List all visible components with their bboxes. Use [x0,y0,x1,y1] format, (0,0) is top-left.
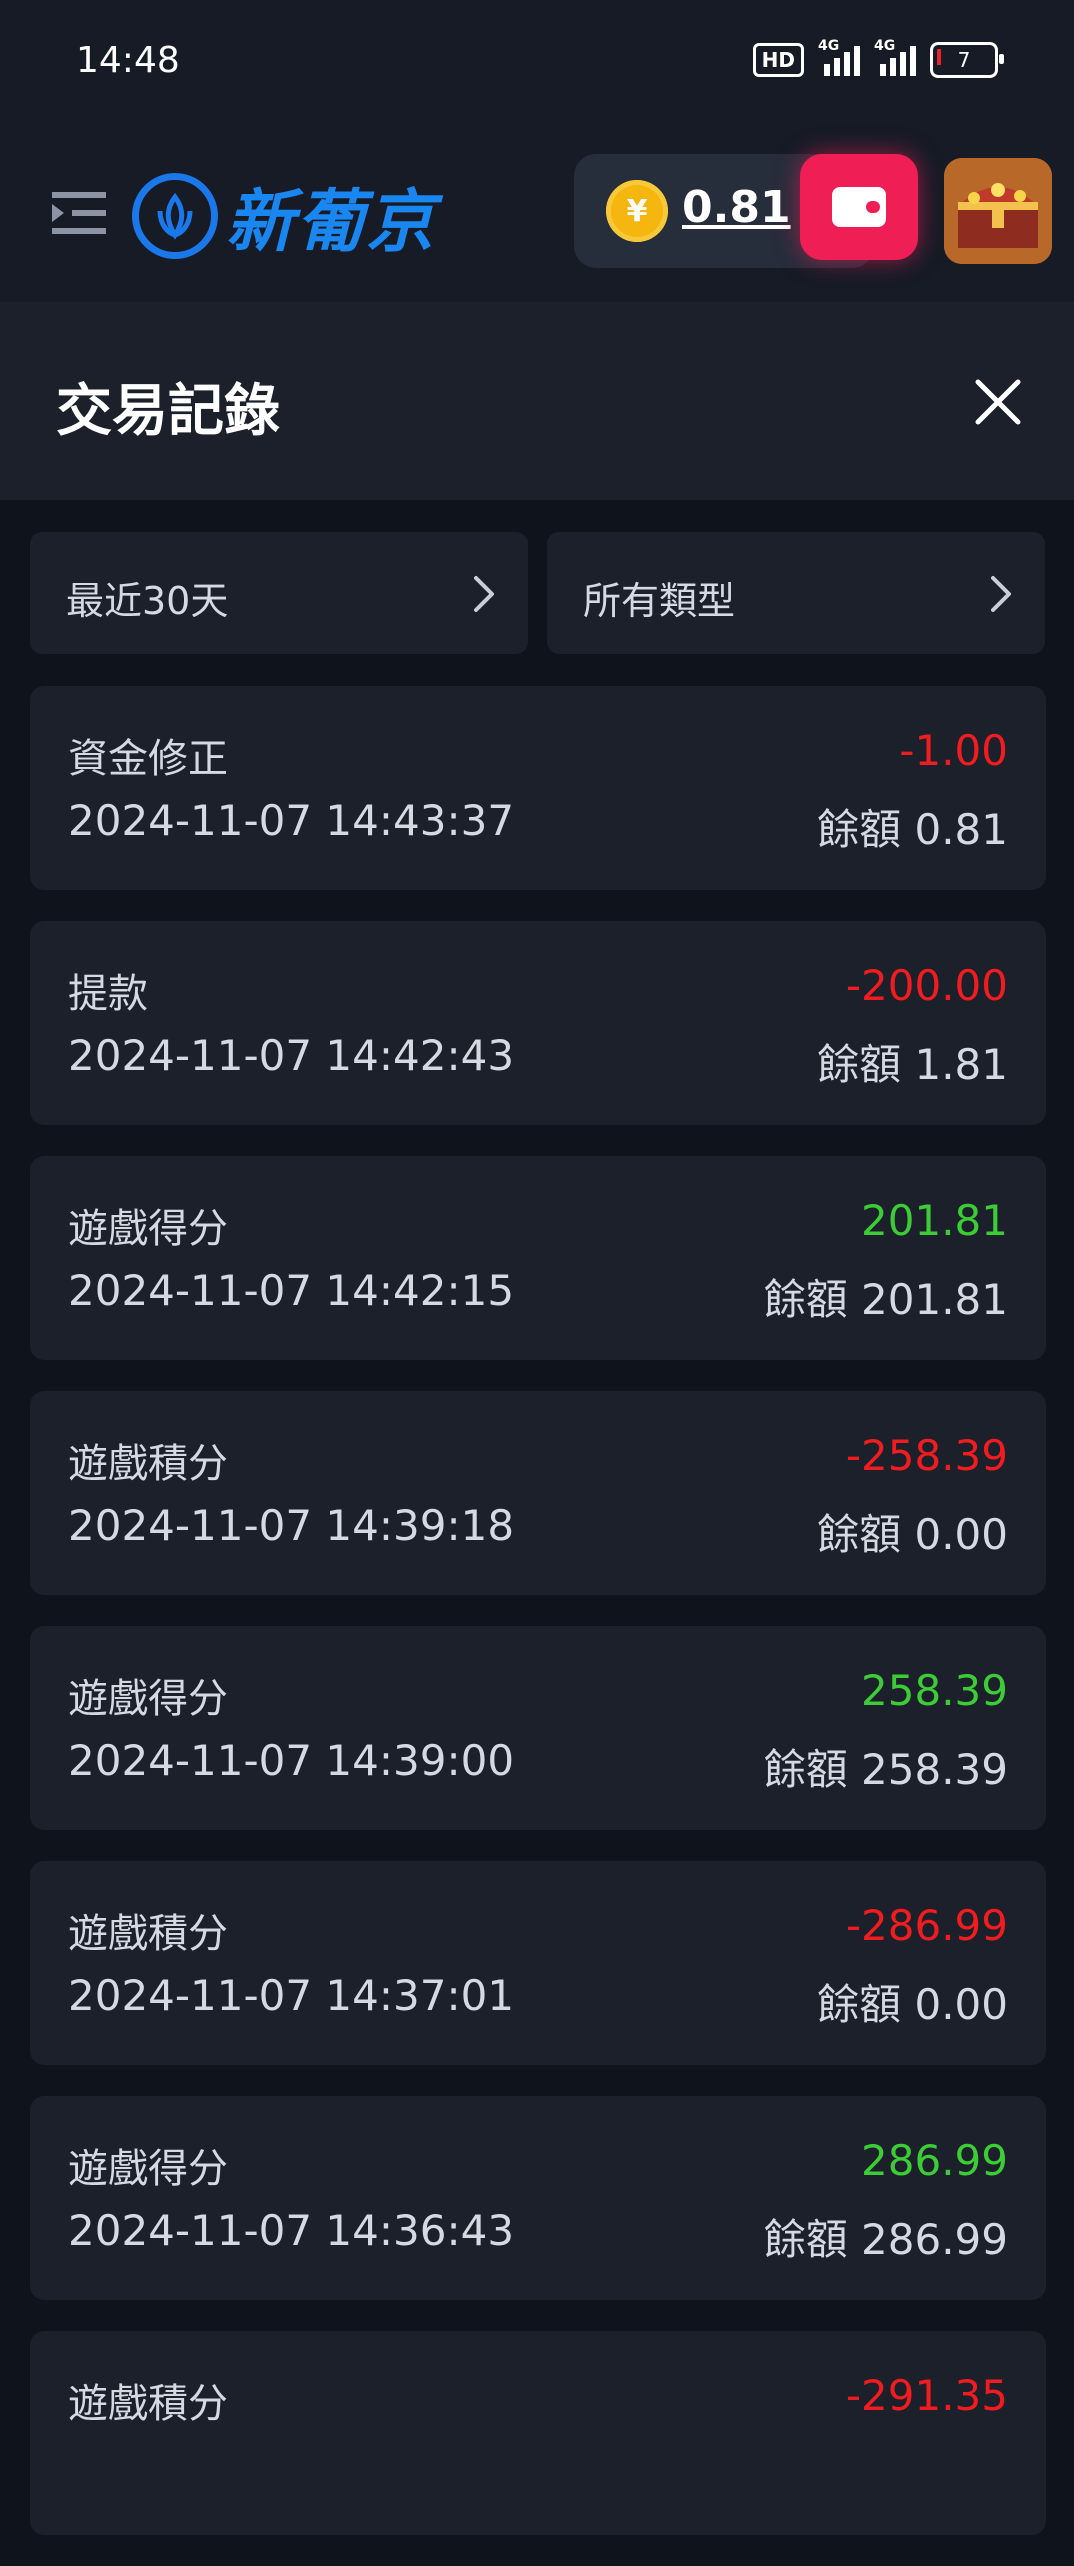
transaction-amount: -291.35 [845,2371,1008,2420]
transaction-amount: 201.81 [861,1196,1008,1245]
transaction-type: 遊戲積分 [68,1441,228,1487]
transaction-list: 資金修正 -1.00 2024-11-07 14:43:37 餘額 0.81 提… [30,686,1046,2566]
transaction-item[interactable]: 提款 -200.00 2024-11-07 14:42:43 餘額 1.81 [30,921,1046,1125]
network-label-2: 4G [874,38,896,54]
page-title: 交易記錄 [56,379,280,444]
coin-icon: ¥ [606,180,668,242]
transaction-balance: 餘額 258.39 [763,1745,1008,1794]
type-label: 所有類型 [583,579,736,623]
transaction-balance: 餘額 286.99 [763,2215,1008,2264]
battery-level: 7 [957,48,971,72]
transaction-type: 遊戲得分 [68,1676,228,1722]
transaction-balance: 餘額 0.00 [817,1980,1008,2029]
transaction-type: 遊戲積分 [68,1911,228,1957]
transaction-type: 遊戲積分 [68,2381,228,2427]
transaction-balance: 餘額 0.81 [817,805,1008,854]
transaction-item[interactable]: 遊戲積分 -291.35 [30,2331,1046,2535]
transaction-time: 2024-11-07 14:36:43 [68,2206,515,2255]
signal-icon-2: 4G [874,38,916,76]
transaction-type: 遊戲得分 [68,2146,228,2192]
app-header: 新葡京 ¥ 0.81 [0,120,1074,302]
transaction-type: 遊戲得分 [68,1206,228,1252]
transaction-type: 提款 [68,971,148,1017]
wallet-icon [832,187,886,227]
transaction-item[interactable]: 遊戲積分 -258.39 2024-11-07 14:39:18 餘額 0.00 [30,1391,1046,1595]
transaction-amount: -258.39 [845,1431,1008,1480]
transaction-type: 資金修正 [68,736,228,782]
transaction-amount: -1.00 [899,726,1008,775]
logo-text: 新葡京 [226,183,437,262]
transaction-amount: -286.99 [845,1901,1008,1950]
transaction-time: 2024-11-07 14:43:37 [68,796,515,845]
transaction-item[interactable]: 資金修正 -1.00 2024-11-07 14:43:37 餘額 0.81 [30,686,1046,890]
close-icon[interactable] [970,374,1026,430]
battery-icon: 7 [930,42,1004,78]
transaction-amount: 258.39 [861,1666,1008,1715]
treasure-chest-icon [944,158,1052,264]
logo[interactable]: 新葡京 [132,166,436,265]
date-range-label: 最近30天 [66,579,229,623]
treasure-chest-button[interactable] [944,158,1052,264]
transaction-item[interactable]: 遊戲得分 201.81 2024-11-07 14:42:15 餘額 201.8… [30,1156,1046,1360]
transaction-time: 2024-11-07 14:42:43 [68,1031,515,1080]
transaction-time: 2024-11-07 14:39:18 [68,1501,515,1550]
menu-icon[interactable] [52,190,106,236]
network-label: 4G [818,38,840,54]
transaction-item[interactable]: 遊戲積分 -286.99 2024-11-07 14:37:01 餘額 0.00 [30,1861,1046,2065]
transaction-time: 2024-11-07 14:37:01 [68,1971,515,2020]
date-range-filter[interactable]: 最近30天 [30,532,528,654]
transaction-amount: 286.99 [861,2136,1008,2185]
balance-value[interactable]: 0.81 [682,182,791,233]
transaction-item[interactable]: 遊戲得分 258.39 2024-11-07 14:39:00 餘額 258.3… [30,1626,1046,1830]
status-time: 14:48 [76,40,180,81]
status-icons: HD 4G 4G 7 [752,38,1004,78]
transaction-time: 2024-11-07 14:42:15 [68,1266,515,1315]
wallet-button[interactable] [800,154,918,260]
title-bar: 交易記錄 [0,302,1074,500]
status-bar: 14:48 HD 4G 4G 7 [0,0,1074,120]
signal-icon: 4G [818,38,860,76]
transaction-balance: 餘額 1.81 [817,1040,1008,1089]
transaction-time: 2024-11-07 14:39:00 [68,1736,515,1785]
logo-emblem-icon [132,172,218,259]
chevron-right-icon [991,576,1011,612]
transaction-balance: 餘額 201.81 [763,1275,1008,1324]
transaction-item[interactable]: 遊戲得分 286.99 2024-11-07 14:36:43 餘額 286.9… [30,2096,1046,2300]
transaction-amount: -200.00 [845,961,1008,1010]
type-filter[interactable]: 所有類型 [547,532,1045,654]
transaction-balance: 餘額 0.00 [817,1510,1008,1559]
chevron-right-icon [474,576,494,612]
hd-icon: HD [752,43,804,77]
